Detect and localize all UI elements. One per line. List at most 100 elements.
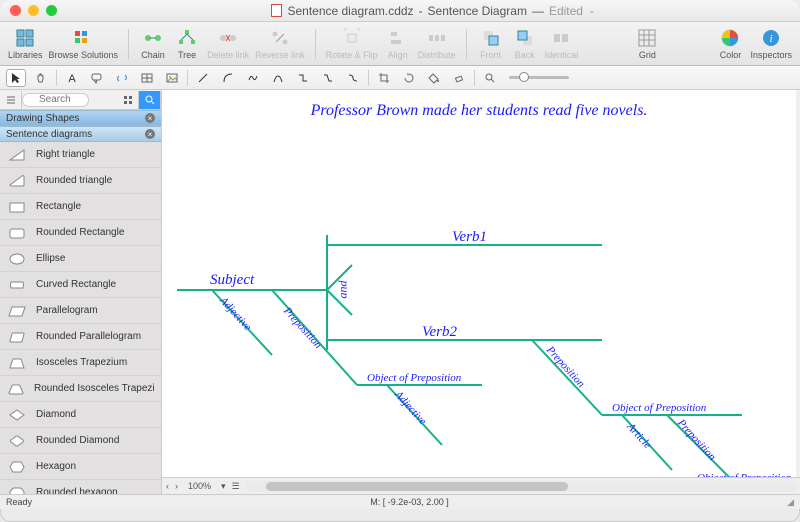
distribute-icon <box>426 27 448 49</box>
bezier-tool[interactable] <box>268 69 288 87</box>
shape-item[interactable]: Diamond <box>0 402 161 428</box>
shape-icon <box>6 172 28 190</box>
shape-item[interactable]: Rounded Diamond <box>0 428 161 454</box>
pointer-tool[interactable] <box>6 69 26 87</box>
libraries-button[interactable]: Libraries <box>8 27 43 60</box>
back-button[interactable]: Back <box>511 27 539 60</box>
zoom-menu-icon[interactable]: ▾ <box>221 481 226 492</box>
shape-item[interactable]: Curved Rectangle <box>0 272 161 298</box>
delete-link-icon <box>217 27 239 49</box>
reverse-link-button[interactable]: Reverse link <box>255 27 305 60</box>
erase-tool[interactable] <box>449 69 469 87</box>
inspectors-label: Inspectors <box>750 50 792 60</box>
shape-item[interactable]: Hexagon <box>0 454 161 480</box>
section-sentence-label: Sentence diagrams <box>6 129 92 140</box>
chevron-down-icon[interactable]: ⌄ <box>588 5 596 16</box>
sidebar-view-grid[interactable] <box>117 91 139 109</box>
smart-connector-tool[interactable] <box>318 69 338 87</box>
zoom-thumb[interactable] <box>519 72 529 82</box>
reverse-link-label: Reverse link <box>255 50 305 60</box>
horizontal-scrollbar[interactable] <box>246 481 796 492</box>
front-icon <box>480 27 502 49</box>
search-input[interactable] <box>22 93 89 107</box>
rotate-tool[interactable] <box>399 69 419 87</box>
shape-item[interactable]: Rounded triangle <box>0 168 161 194</box>
rotate-flip-button[interactable]: Rotate & Flip <box>326 27 378 60</box>
table-tool[interactable] <box>137 69 157 87</box>
spline-tool[interactable] <box>243 69 263 87</box>
section-drawing-label: Drawing Shapes <box>6 113 79 124</box>
zoom-window[interactable] <box>46 5 57 16</box>
identical-button[interactable]: Identical <box>545 27 579 60</box>
connector-tool[interactable] <box>293 69 313 87</box>
canvas[interactable]: Professor Brown made her students read f… <box>162 90 796 477</box>
zoom-value[interactable]: 100% <box>184 481 215 491</box>
color-label: Color <box>720 50 742 60</box>
shape-icon <box>6 146 28 164</box>
distribute-button[interactable]: Distribute <box>418 27 456 60</box>
sidebar-view-list[interactable] <box>0 91 22 109</box>
shape-icon <box>6 250 28 268</box>
rotate-label: Rotate & Flip <box>326 50 378 60</box>
align-label: Align <box>388 50 408 60</box>
tree-button[interactable]: Tree <box>173 27 201 60</box>
hand-tool[interactable] <box>31 69 51 87</box>
shape-item[interactable]: Parallelogram <box>0 298 161 324</box>
zoom-tool[interactable] <box>480 69 500 87</box>
browse-solutions-button[interactable]: Browse Solutions <box>49 27 119 60</box>
shape-item[interactable]: Isosceles Trapezium <box>0 350 161 376</box>
browse-icon <box>72 27 94 49</box>
section-sentence-diagrams[interactable]: Sentence diagrams × <box>0 126 161 142</box>
close-section-icon[interactable]: × <box>145 113 155 123</box>
sidebar: 🔍 Drawing Shapes × Sentence diagrams × R… <box>0 90 162 494</box>
image-tool[interactable] <box>162 69 182 87</box>
page-prev[interactable]: ‹ <box>166 481 169 491</box>
status-coord: M: [ -9.2e-03, 2.00 ] <box>32 497 787 507</box>
shape-item[interactable]: Rectangle <box>0 194 161 220</box>
shape-item[interactable]: Right triangle <box>0 142 161 168</box>
svg-text:i: i <box>770 33 773 45</box>
shape-item[interactable]: Rounded hexagon <box>0 480 161 494</box>
secondary-toolbar: A <box>0 66 800 90</box>
scroll-thumb[interactable] <box>266 482 569 491</box>
edited-badge: Edited <box>549 4 583 18</box>
line-tool[interactable] <box>193 69 213 87</box>
sidebar-view-search[interactable] <box>139 91 161 109</box>
shape-label: Diamond <box>36 409 76 420</box>
shape-item[interactable]: Ellipse <box>0 246 161 272</box>
delete-link-button[interactable]: Delete link <box>207 27 249 60</box>
zoom-slider[interactable] <box>509 76 569 79</box>
identical-label: Identical <box>545 50 579 60</box>
link-tool[interactable] <box>112 69 132 87</box>
round-connector-tool[interactable] <box>343 69 363 87</box>
canvas-bottom-bar: ‹ › 100% ▾ ☰ <box>162 477 800 494</box>
close-window[interactable] <box>10 5 21 16</box>
main-toolbar: Libraries Browse Solutions Chain Tree De… <box>0 22 800 66</box>
shape-item[interactable]: Rounded Rectangle <box>0 220 161 246</box>
document-icon <box>271 4 282 17</box>
align-button[interactable]: Align <box>384 27 412 60</box>
color-icon <box>719 27 741 49</box>
grid-button[interactable]: Grid <box>633 27 661 60</box>
chain-button[interactable]: Chain <box>139 27 167 60</box>
shape-icon <box>6 354 28 372</box>
arc-tool[interactable] <box>218 69 238 87</box>
fill-tool[interactable] <box>424 69 444 87</box>
color-button[interactable]: Color <box>716 27 744 60</box>
inspectors-button[interactable]: i Inspectors <box>750 27 792 60</box>
shape-item[interactable]: Rounded Parallelogram <box>0 324 161 350</box>
callout-tool[interactable] <box>87 69 107 87</box>
sidebar-top: 🔍 <box>0 90 161 110</box>
shape-label: Isosceles Trapezium <box>36 357 127 368</box>
minimize-window[interactable] <box>28 5 39 16</box>
crop-tool[interactable] <box>374 69 394 87</box>
shape-label: Rounded Diamond <box>36 435 119 446</box>
shape-item[interactable]: Rounded Isosceles Trapezium <box>0 376 161 402</box>
status-resize-icon[interactable]: ◢ <box>787 497 794 508</box>
close-section-icon[interactable]: × <box>145 129 155 139</box>
front-button[interactable]: Front <box>477 27 505 60</box>
section-drawing-shapes[interactable]: Drawing Shapes × <box>0 110 161 126</box>
page-next[interactable]: › <box>175 481 178 491</box>
text-tool[interactable]: A <box>62 69 82 87</box>
browse-label: Browse Solutions <box>49 50 119 60</box>
